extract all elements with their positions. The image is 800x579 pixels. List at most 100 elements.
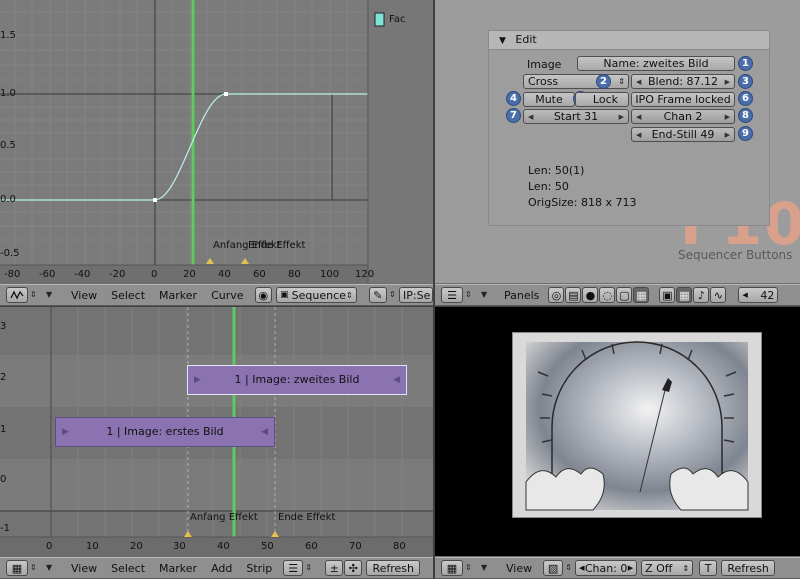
editor-type-buttons-icon[interactable]: ☰ [441, 287, 463, 303]
fac-color-swatch[interactable] [374, 12, 385, 27]
ipo-legend-fac[interactable]: Fac [389, 14, 405, 25]
chevron-updown-icon: ⇕ [565, 563, 572, 572]
arrow-right-icon[interactable]: ▶ [628, 564, 633, 572]
blend-field[interactable]: ◀ Blend: 87.12 ▶ [631, 74, 735, 89]
ipo-x-tick: -20 [109, 269, 126, 280]
editor-type-sequence-icon[interactable]: ▦ [6, 560, 28, 576]
start-field[interactable]: ◀ Start 31 ▶ [523, 109, 629, 124]
ipo-y-tick: 0.5 [0, 140, 16, 151]
ipo-frame-locked-toggle[interactable]: IPO Frame locked [631, 92, 735, 107]
menu-marker[interactable]: Marker [152, 562, 204, 575]
vertical-separator[interactable] [433, 0, 435, 579]
ipo-type-select[interactable]: ▣ Sequence ⇕ [276, 287, 357, 303]
sound-icon[interactable]: ♪ [693, 287, 710, 303]
seq-refresh-button[interactable]: Refresh [366, 560, 421, 576]
arrow-right-icon[interactable]: ▶ [725, 129, 730, 141]
object-context-icon[interactable]: ◌ [599, 287, 616, 303]
strip-handle-left-icon[interactable]: ▶ [62, 418, 69, 446]
ipo-y-tick: 0.0 [0, 194, 16, 205]
blend-value: Blend: 87.12 [647, 75, 719, 88]
editor-type-ipo-icon[interactable] [6, 287, 28, 303]
menu-select[interactable]: Select [104, 289, 152, 302]
zoom-icon[interactable]: ± [325, 560, 344, 576]
menu-add[interactable]: Add [204, 562, 239, 575]
seq-x-tick: 40 [217, 541, 230, 552]
menu-marker[interactable]: Marker [152, 289, 204, 302]
editing-context-icon[interactable]: ▢ [616, 287, 633, 303]
badge-8: 8 [738, 108, 753, 123]
collapse-triangle-icon[interactable]: ▼ [499, 36, 506, 46]
strip-handle-right-icon[interactable]: ◀ [393, 366, 400, 394]
seq-x-tick: 30 [173, 541, 186, 552]
arrow-right-icon[interactable]: ▶ [725, 76, 730, 88]
menu-strip[interactable]: Strip [239, 562, 279, 575]
t-button[interactable]: T [699, 560, 718, 576]
z-offset-value: Z Off [645, 561, 673, 575]
arrow-left-icon[interactable]: ◀ [636, 129, 641, 141]
strip-handle-left-icon[interactable]: ▶ [194, 366, 201, 394]
start-value: Start 31 [553, 110, 599, 123]
arrow-left-icon[interactable]: ◀ [579, 564, 584, 572]
triangle-down-icon[interactable]: ▼ [46, 564, 52, 572]
frame-field[interactable]: ◀ 42 [738, 287, 779, 303]
border-icon[interactable]: ✣ [344, 560, 363, 576]
seq-y-tick: 2 [0, 372, 7, 383]
arrow-left-icon[interactable]: ◀ [742, 291, 747, 299]
lock-toggle[interactable]: Lock [575, 92, 629, 107]
fac-curve[interactable] [0, 93, 368, 201]
mute-toggle[interactable]: Mute [523, 92, 575, 107]
preview-refresh-button[interactable]: Refresh [721, 560, 776, 576]
render-icon[interactable]: ▣ [659, 287, 676, 303]
arrow-left-icon[interactable]: ◀ [636, 76, 641, 88]
sequencer-icon[interactable]: ▦ [676, 287, 693, 303]
effect-type-select[interactable]: Cross ⇕ [523, 74, 629, 89]
editor-type-sequence-icon[interactable]: ▦ [441, 560, 463, 576]
eye-icon[interactable]: ◉ [254, 287, 273, 303]
ipo-block-select[interactable]: IP:Se [399, 287, 433, 303]
ipo-type-label: Sequence [291, 288, 346, 302]
script-context-icon[interactable]: ▤ [565, 287, 582, 303]
ipo-block-label: IP:Se [403, 288, 431, 302]
badge-1: 1 [738, 56, 753, 71]
panels-label[interactable]: Panels [497, 289, 546, 302]
strip-name-field[interactable]: Name: zweites Bild [577, 56, 735, 71]
preview-chan-field[interactable]: ◀ Chan: 0 ▶ [575, 560, 638, 576]
ipo-editor[interactable]: Fac 1.5 1.0 0.5 0.0 -0.5 -80 -60 -40 -20… [0, 0, 433, 283]
triangle-down-icon[interactable]: ▼ [481, 291, 487, 299]
logic-context-icon[interactable]: ◎ [548, 287, 565, 303]
strip-zweites-bild[interactable]: ▶ 1 | Image: zweites Bild ◀ [187, 365, 407, 395]
pin-icon[interactable]: ✎ [368, 287, 387, 303]
menu-view[interactable]: View [64, 562, 104, 575]
arrow-left-icon[interactable]: ◀ [528, 111, 533, 123]
display-mode-icon[interactable]: ▧ [543, 560, 564, 576]
orig-size-info: OrigSize: 818 x 713 [528, 196, 637, 209]
sequence-header: ▦ ⇕ ▼ View Select Marker Add Strip ☰ ⇕ ± ✣… [0, 557, 433, 579]
triangle-down-icon[interactable]: ▼ [46, 291, 52, 299]
edit-panel-header[interactable]: ▼ Edit [489, 31, 769, 50]
menu-select[interactable]: Select [104, 562, 152, 575]
arrow-right-icon[interactable]: ▶ [619, 111, 624, 123]
seq-x-tick: 50 [261, 541, 274, 552]
arrow-left-icon[interactable]: ◀ [636, 111, 641, 123]
wave-icon[interactable]: ∿ [710, 287, 727, 303]
strip-handle-right-icon[interactable]: ◀ [261, 418, 268, 446]
strip-erstes-bild-label: 1 | Image: erstes Bild [106, 425, 224, 438]
menu-curve[interactable]: Curve [204, 289, 250, 302]
horizontal-separator[interactable] [0, 306, 800, 307]
chan-field[interactable]: ◀ Chan 2 ▶ [631, 109, 735, 124]
triangle-down-icon[interactable]: ▼ [481, 564, 487, 572]
ipo-x-tick: -40 [74, 269, 91, 280]
seq-y-tick: 3 [0, 321, 7, 332]
strip-erstes-bild[interactable]: ▶ 1 | Image: erstes Bild ◀ [55, 417, 275, 447]
sequence-editor[interactable]: ▶ 1 | Image: zweites Bild ◀ ▶ 1 | Image:… [0, 307, 433, 556]
menu-view[interactable]: View [499, 562, 539, 575]
menu-view[interactable]: View [64, 289, 104, 302]
end-still-field[interactable]: ◀ End-Still 49 ▶ [631, 127, 735, 142]
badge-4: 4 [506, 91, 521, 106]
shading-context-icon[interactable]: ● [582, 287, 599, 303]
z-offset-select[interactable]: Z Off ⇕ [641, 560, 694, 576]
arrow-right-icon[interactable]: ▶ [725, 111, 730, 123]
display-mode-icon[interactable]: ☰ [283, 560, 304, 576]
len-info-2: Len: 50 [528, 180, 569, 193]
scene-context-icon[interactable]: ▦ [633, 287, 650, 303]
